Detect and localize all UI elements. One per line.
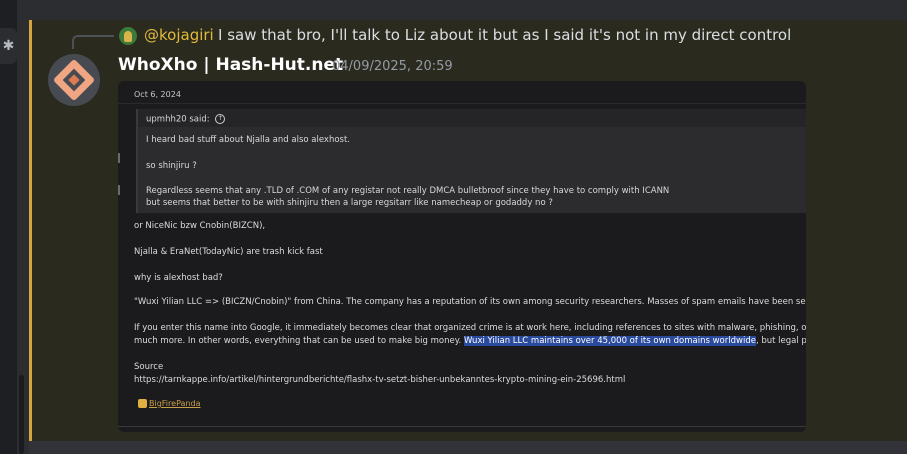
divider	[118, 426, 806, 427]
quote-line: so shinjiru ?	[146, 161, 197, 171]
post-line-highlighted: much more. In other words, everything th…	[134, 336, 806, 346]
username[interactable]: WhoXho | Hash-Hut.net	[118, 55, 343, 75]
quote-block: upmhh20 said: ↑ I heard bad stuff about …	[136, 109, 806, 213]
side-marker	[118, 153, 120, 163]
post-line: why is alexhost bad?	[134, 273, 223, 283]
server-sidebar-edge	[0, 0, 17, 454]
side-marker	[118, 185, 120, 195]
quote-line: I heard bad stuff about Njalla and also …	[146, 135, 350, 145]
reply-avatar-icon[interactable]	[119, 27, 137, 45]
arrow-up-icon: ↑	[215, 114, 226, 124]
reply-preview-text[interactable]: I saw that bro, I'll talk to Liz about i…	[218, 26, 791, 44]
post-line: Source	[134, 362, 164, 372]
post-line: or NiceNic bzw Cnobin(BIZCN),	[134, 221, 266, 231]
top-bar	[0, 0, 907, 20]
source-link: https://tarnkappe.info/artikel/hintergru…	[134, 375, 626, 385]
image-attachment[interactable]: Oct 6, 2024 upmhh20 said: ↑ I heard bad …	[118, 81, 806, 432]
quote-author: upmhh20 said:	[146, 114, 210, 125]
quote-line: Regardless seems that any .TLD of .COM o…	[146, 186, 670, 196]
scrollbar-thumb[interactable]	[19, 375, 24, 454]
reaction-user: BigFirePanda	[149, 399, 201, 408]
message-timestamp[interactable]: 04/09/2025, 20:59	[332, 59, 453, 74]
user-avatar[interactable]	[48, 54, 100, 106]
forum-post-date: Oct 6, 2024	[134, 90, 181, 99]
reaction: BigFirePanda	[138, 399, 200, 408]
gear-icon[interactable]: ✱	[0, 28, 17, 64]
reply-connector	[72, 35, 114, 49]
post-line: Njalla & EraNet(TodayNic) are trash kick…	[134, 247, 323, 257]
quote-header: upmhh20 said: ↑	[146, 114, 226, 125]
text-selection: Wuxi Yilian LLC maintains over 45,000 of…	[463, 336, 756, 346]
post-line: If you enter this name into Google, it i…	[134, 323, 806, 333]
thumbs-up-icon	[138, 399, 147, 408]
message-list-bottom	[29, 441, 907, 454]
divider	[118, 103, 806, 104]
mention-highlight-bar	[29, 20, 32, 441]
reply-author[interactable]: @kojagiri	[144, 26, 214, 44]
post-line: "Wuxi Yilian LLC => (BICZN/Cnobin)" from…	[134, 297, 806, 307]
quote-line: but seems that better to be with shinjir…	[146, 198, 553, 208]
quote-body: I heard bad stuff about Njalla and also …	[138, 127, 806, 213]
